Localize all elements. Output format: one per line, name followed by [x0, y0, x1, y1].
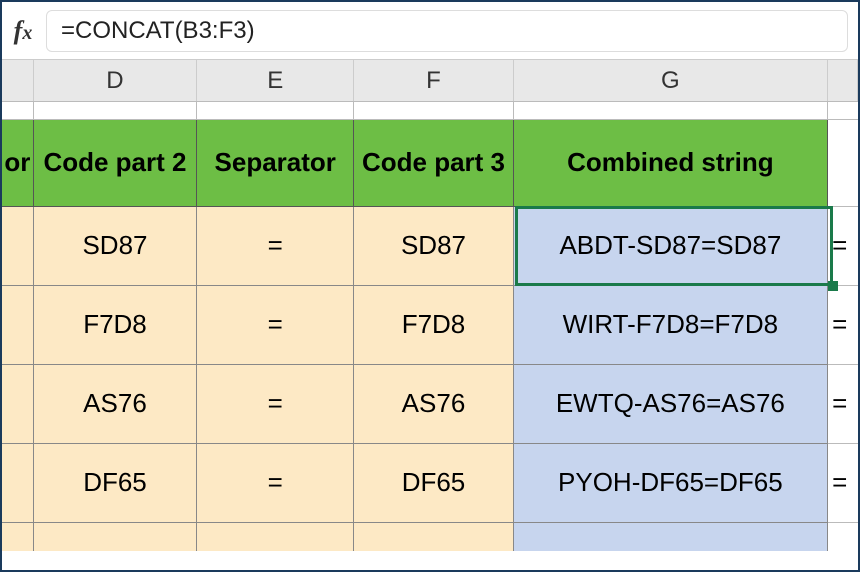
cell-d[interactable]: DF65	[34, 444, 197, 523]
cell-g[interactable]	[514, 523, 829, 551]
table-row: DF65 = DF65 PYOH-DF65=DF65 =	[2, 444, 858, 523]
col-header-g[interactable]: G	[514, 60, 829, 101]
header-separator1-partial[interactable]: or	[2, 120, 34, 207]
header-combined-string[interactable]: Combined string	[514, 120, 829, 207]
cell-h[interactable]: =	[828, 365, 858, 444]
col-header-h[interactable]	[828, 60, 858, 101]
column-headers: D E F G	[2, 60, 858, 102]
col-header-c[interactable]	[2, 60, 34, 101]
cell-h[interactable]	[828, 523, 858, 551]
cell-c[interactable]	[2, 444, 34, 523]
table-header-row: or Code part 2 Separator Code part 3 Com…	[2, 120, 858, 207]
col-header-d[interactable]: D	[34, 60, 197, 101]
table-row-partial	[2, 523, 858, 551]
table-row: AS76 = AS76 EWTQ-AS76=AS76 =	[2, 365, 858, 444]
cell-h[interactable]: =	[828, 286, 858, 365]
data-area: or Code part 2 Separator Code part 3 Com…	[2, 120, 858, 551]
cell-f[interactable]: F7D8	[354, 286, 513, 365]
cell-d[interactable]: AS76	[34, 365, 197, 444]
fx-icon[interactable]: fx	[6, 16, 40, 46]
cell-c[interactable]	[2, 523, 34, 551]
cell-g[interactable]: EWTQ-AS76=AS76	[514, 365, 829, 444]
cell-g[interactable]: WIRT-F7D8=F7D8	[514, 286, 829, 365]
cell-e[interactable]: =	[197, 286, 354, 365]
spacer-row	[2, 102, 858, 120]
cell-f[interactable]	[354, 523, 513, 551]
cell-c[interactable]	[2, 207, 34, 286]
cell-empty-h[interactable]	[828, 120, 858, 207]
cell-d[interactable]: SD87	[34, 207, 197, 286]
cell-f[interactable]: SD87	[354, 207, 513, 286]
header-separator2[interactable]: Separator	[197, 120, 354, 207]
formula-bar: fx =CONCAT(B3:F3)	[2, 2, 858, 60]
col-header-f[interactable]: F	[354, 60, 513, 101]
formula-input[interactable]: =CONCAT(B3:F3)	[46, 10, 848, 52]
cell-f[interactable]: AS76	[354, 365, 513, 444]
header-code-part-3[interactable]: Code part 3	[354, 120, 513, 207]
cell-h[interactable]: =	[828, 444, 858, 523]
cell-g-selected[interactable]: ABDT-SD87=SD87	[514, 207, 829, 286]
col-header-e[interactable]: E	[197, 60, 354, 101]
cell-e[interactable]: =	[197, 207, 354, 286]
table-row: F7D8 = F7D8 WIRT-F7D8=F7D8 =	[2, 286, 858, 365]
cell-h[interactable]: =	[828, 207, 858, 286]
cell-g[interactable]: PYOH-DF65=DF65	[514, 444, 829, 523]
cell-d[interactable]: F7D8	[34, 286, 197, 365]
cell-c[interactable]	[2, 286, 34, 365]
cell-f[interactable]: DF65	[354, 444, 513, 523]
cell-e[interactable]: =	[197, 365, 354, 444]
cell-e[interactable]	[197, 523, 354, 551]
cell-e[interactable]: =	[197, 444, 354, 523]
cell-c[interactable]	[2, 365, 34, 444]
cell-d[interactable]	[34, 523, 197, 551]
table-row: SD87 = SD87 ABDT-SD87=SD87 =	[2, 207, 858, 286]
header-code-part-2[interactable]: Code part 2	[34, 120, 197, 207]
